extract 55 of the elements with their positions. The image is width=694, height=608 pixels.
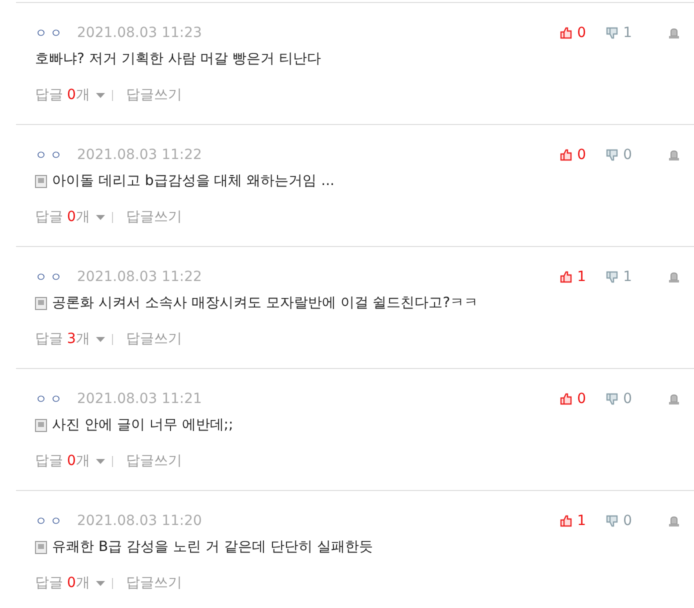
thumbs-down-icon <box>606 271 618 283</box>
thumbs-up-icon <box>560 271 572 283</box>
thumbs-up-icon <box>560 27 572 39</box>
reply-count-toggle[interactable]: 답글 0개 <box>35 84 90 106</box>
write-reply-link[interactable]: 답글쓰기 <box>126 450 182 472</box>
caret-icon[interactable] <box>96 92 105 98</box>
siren-icon[interactable] <box>668 150 680 160</box>
author-name[interactable]: ㅇㅇ <box>35 512 77 530</box>
thumbs-down-icon <box>606 27 618 39</box>
caret-icon[interactable] <box>96 580 105 586</box>
comment-date: 2021.08.03 11:22 <box>77 146 202 164</box>
caret-icon[interactable] <box>96 458 105 464</box>
like-button[interactable]: 1 <box>560 510 586 532</box>
dislike-button[interactable]: 0 <box>606 144 632 166</box>
thumbs-down-icon <box>606 515 618 527</box>
comment-date: 2021.08.03 11:23 <box>77 24 202 42</box>
like-button[interactable]: 0 <box>560 388 586 410</box>
comment-text: 호빠냐? 저거 기획한 사람 머갈 빵은거 티난다 <box>35 50 322 68</box>
write-reply-link[interactable]: 답글쓰기 <box>126 84 182 106</box>
like-button[interactable]: 1 <box>560 266 586 288</box>
comment-date: 2021.08.03 11:21 <box>77 390 202 408</box>
author-name[interactable]: ㅇㅇ <box>35 24 77 42</box>
reply-count-toggle[interactable]: 답글 0개 <box>35 206 90 228</box>
thumbs-up-icon <box>560 515 572 527</box>
like-button[interactable]: 0 <box>560 144 586 166</box>
like-button[interactable]: 0 <box>560 22 586 44</box>
reply-count-toggle[interactable]: 답글 0개 <box>35 450 90 472</box>
author-name[interactable]: ㅇㅇ <box>35 268 77 286</box>
dislike-button[interactable]: 0 <box>606 388 632 410</box>
siren-icon[interactable] <box>668 516 680 526</box>
write-reply-link[interactable]: 답글쓰기 <box>126 206 182 228</box>
comment-date: 2021.08.03 11:22 <box>77 268 202 286</box>
caret-icon[interactable] <box>96 214 105 220</box>
thumbs-down-icon <box>606 393 618 405</box>
siren-icon[interactable] <box>668 394 680 404</box>
siren-icon[interactable] <box>668 272 680 282</box>
dislike-button[interactable]: 1 <box>606 266 632 288</box>
reply-count-toggle[interactable]: 답글 3개 <box>35 328 90 350</box>
dislike-button[interactable]: 1 <box>606 22 632 44</box>
thumbs-down-icon <box>606 149 618 161</box>
comment-text: 아이돌 데리고 b급감성을 대체 왜하는거임 ... <box>52 172 334 190</box>
write-reply-link[interactable]: 답글쓰기 <box>126 328 182 350</box>
siren-icon[interactable] <box>668 28 680 38</box>
author-name[interactable]: ㅇㅇ <box>35 390 77 408</box>
comment-text: 공론화 시켜서 소속사 매장시켜도 모자랄반에 이걸 쉴드친다고?ㅋㅋ <box>52 294 478 312</box>
comment-text: 유쾌한 B급 감성을 노린 거 같은데 단단히 실패한듯 <box>52 538 373 556</box>
reply-count-toggle[interactable]: 답글 0개 <box>35 572 90 594</box>
caret-icon[interactable] <box>96 336 105 342</box>
write-reply-link[interactable]: 답글쓰기 <box>126 572 182 594</box>
thumbs-up-icon <box>560 393 572 405</box>
comment-text: 사진 안에 글이 너무 에반데;; <box>52 416 234 434</box>
comment-date: 2021.08.03 11:20 <box>77 512 202 530</box>
thumbs-up-icon <box>560 149 572 161</box>
dislike-button[interactable]: 0 <box>606 510 632 532</box>
author-name[interactable]: ㅇㅇ <box>35 146 77 164</box>
